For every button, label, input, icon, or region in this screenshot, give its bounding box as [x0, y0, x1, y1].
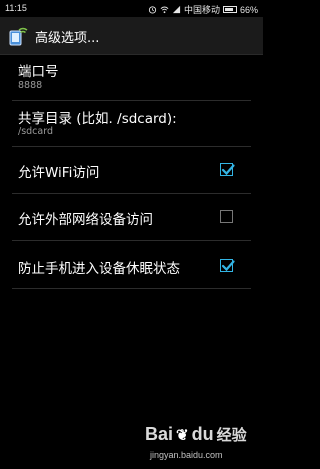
setting-port[interactable]: 端口号 8888	[0, 55, 263, 100]
setting-allow-wifi-title: 允许WiFi访问	[18, 165, 100, 181]
allow-external-network-checkbox[interactable]	[220, 210, 233, 223]
checkmark-icon	[221, 260, 235, 272]
status-bar: 11:15 中国移动 66%	[0, 0, 263, 17]
app-icon[interactable]	[7, 25, 29, 47]
screen-title: 高级选项...	[35, 31, 100, 46]
baidu-jingyan-watermark: Bai ❦ du 经验 jingyan.baidu.com	[145, 424, 263, 469]
wifi-icon	[160, 6, 169, 14]
setting-allow-wifi[interactable]: 允许WiFi访问	[0, 147, 263, 193]
setting-port-title: 端口号	[18, 64, 59, 80]
setting-port-value: 8888	[18, 80, 43, 91]
alarm-icon	[148, 6, 157, 14]
setting-prevent-sleep-title: 防止手机进入设备休眠状态	[18, 261, 180, 277]
setting-shared-directory[interactable]: 共享目录 (比如. /sdcard): /sdcard	[0, 101, 263, 146]
status-time: 11:15	[5, 3, 27, 13]
watermark-url: jingyan.baidu.com	[150, 450, 223, 460]
divider	[12, 288, 251, 289]
watermark-logo: Bai ❦ du 经验	[145, 424, 247, 445]
watermark-logo-text: Bai	[145, 424, 174, 444]
carrier-label: 中国移动	[183, 5, 220, 15]
setting-shared-directory-value: /sdcard	[18, 126, 53, 137]
allow-wifi-checkbox[interactable]	[220, 163, 235, 176]
signal-icon	[172, 5, 181, 14]
watermark-logo-text-du: du	[191, 424, 214, 444]
setting-shared-directory-title: 共享目录 (比如. /sdcard):	[18, 111, 177, 127]
checkmark-icon	[221, 164, 235, 176]
battery-icon	[222, 6, 237, 13]
watermark-logo-text-cn: 经验	[216, 426, 247, 444]
status-icons: 中国移动 66%	[148, 3, 258, 16]
setting-prevent-sleep[interactable]: 防止手机进入设备休眠状态	[0, 241, 263, 287]
prevent-sleep-checkbox[interactable]	[220, 259, 235, 272]
paw-icon: ❦	[176, 426, 189, 444]
setting-allow-external-network[interactable]: 允许外部网络设备访问	[0, 194, 263, 240]
battery-percent: 66%	[239, 4, 258, 15]
setting-allow-external-network-title: 允许外部网络设备访问	[18, 212, 153, 228]
action-bar: 高级选项...	[0, 17, 263, 55]
